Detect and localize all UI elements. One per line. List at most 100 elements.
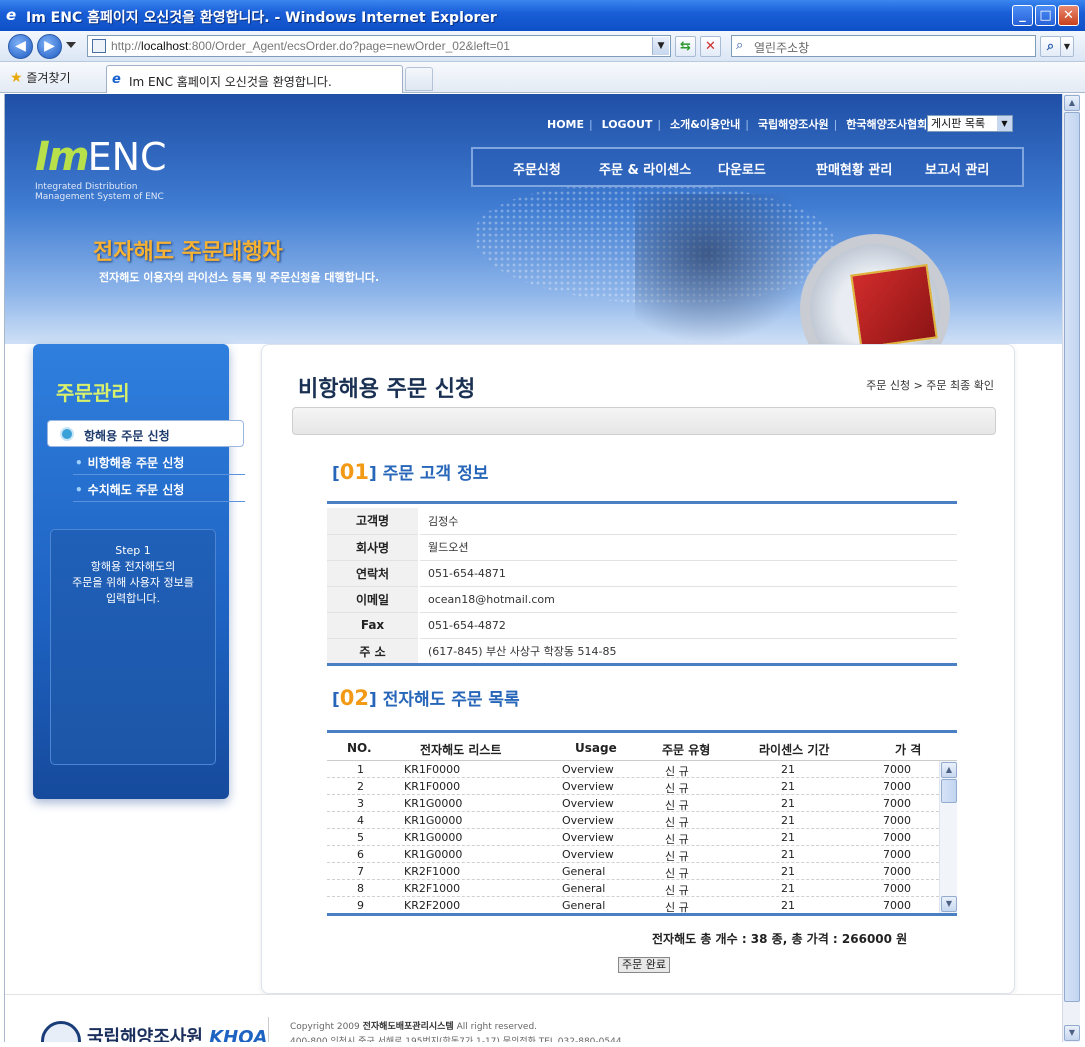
search-input[interactable]: ⌕ 열린주소창: [731, 35, 1036, 57]
bullet-icon: [60, 427, 74, 441]
table-cell: 7000: [883, 780, 911, 793]
table-cell: 7000: [883, 763, 911, 776]
table-cell: 21: [781, 814, 795, 827]
search-button[interactable]: ⌕: [1040, 36, 1061, 57]
info-label: 회사명: [327, 534, 420, 561]
col-license-period: 라이센스 기간: [759, 743, 830, 757]
address-bar[interactable]: http://localhost:800/Order_Agent/ecsOrde…: [87, 35, 671, 57]
info-row: 회사명 월드오션: [327, 534, 957, 561]
back-button[interactable]: ◀: [8, 34, 33, 59]
col-order-type: 주문 유형: [662, 743, 711, 757]
divider: [268, 1017, 269, 1042]
table-row[interactable]: 4 KR1G0000 Overview 신 규 21 7000: [327, 812, 939, 829]
table-row[interactable]: 5 KR1G0000 Overview 신 규 21 7000: [327, 829, 939, 846]
logout-link[interactable]: LOGOUT: [602, 118, 653, 131]
chevron-down-icon: ▼: [997, 116, 1012, 131]
sidebar-item-digital-chart-order[interactable]: 수치해도 주문 신청: [75, 481, 185, 498]
scroll-down-icon[interactable]: ▼: [1064, 1025, 1080, 1041]
nav-order[interactable]: 주문신청: [513, 159, 561, 178]
sidebar: 주문관리 항해용 주문 신청 비항해용 주문 신청 수치해도 주문 신청 Ste…: [33, 344, 245, 799]
scroll-up-icon[interactable]: ▲: [1064, 95, 1080, 111]
table-cell: General: [562, 899, 606, 912]
divider: [73, 474, 245, 475]
order-scrollbar[interactable]: ▲ ▼: [939, 761, 957, 913]
sidebar-item-nonnav-order[interactable]: 비항해용 주문 신청: [75, 454, 185, 471]
khoa-link[interactable]: 국립해양조사원: [758, 118, 829, 131]
address-dropdown-icon[interactable]: ▼: [652, 37, 669, 55]
step-info-box: Step 1 항해용 전자해도의 주문을 위해 사용자 정보를 입력합니다.: [50, 529, 216, 765]
scroll-down-icon[interactable]: ▼: [941, 896, 957, 912]
table-cell: 21: [781, 848, 795, 861]
table-cell: KR2F1000: [404, 882, 461, 895]
ie-tab-icon: e: [112, 72, 121, 87]
new-tab-button[interactable]: [405, 67, 433, 91]
window-title: Im ENC 홈페이지 오신것을 환영합니다. - Windows Intern…: [26, 10, 497, 26]
scroll-thumb[interactable]: [1064, 112, 1080, 1002]
table-row[interactable]: 1 KR1F0000 Overview 신 규 21 7000: [327, 761, 939, 778]
table-cell: 7000: [883, 882, 911, 895]
table-cell: KR1G0000: [404, 831, 463, 844]
scroll-thumb[interactable]: [941, 779, 957, 803]
main-nav: 주문신청 주문 & 라이센스 다운로드 판매현황 관리 보고서 관리: [471, 147, 1024, 187]
divider: [327, 730, 957, 733]
people-graphic: [635, 194, 815, 344]
favorites-button[interactable]: ★ 즐겨찾기: [10, 69, 71, 86]
table-row[interactable]: 3 KR1G0000 Overview 신 규 21 7000: [327, 795, 939, 812]
table-cell: 신 규: [665, 833, 689, 846]
table-cell: KR1F0000: [404, 763, 461, 776]
refresh-button[interactable]: ⇆: [675, 36, 696, 57]
page-title: 비항해용 주문 신청: [298, 377, 476, 402]
sidebar-item-nav-order[interactable]: 항해용 주문 신청: [47, 420, 244, 447]
table-cell: KR1G0000: [404, 814, 463, 827]
maximize-button[interactable]: □: [1035, 5, 1056, 26]
info-row: 주 소 (617-845) 부산 사상구 학장동 514-85: [327, 638, 957, 665]
title-bar: e Im ENC 홈페이지 오신것을 환영합니다. - Windows Inte…: [0, 0, 1085, 31]
board-select[interactable]: 게시판 목록 ▼: [927, 115, 1013, 132]
info-label: Fax: [327, 612, 420, 639]
search-options-button[interactable]: ▼: [1060, 36, 1074, 57]
table-cell: Overview: [562, 831, 614, 844]
info-row: 이메일 ocean18@hotmail.com: [327, 586, 957, 613]
stop-button[interactable]: ✕: [700, 36, 721, 57]
nav-download[interactable]: 다운로드: [718, 159, 766, 178]
order-complete-button[interactable]: 주문 완료: [618, 957, 670, 973]
table-row[interactable]: 7 KR2F1000 General 신 규 21 7000: [327, 863, 939, 880]
table-row[interactable]: 2 KR1F0000 Overview 신 규 21 7000: [327, 778, 939, 795]
table-row[interactable]: 8 KR2F1000 General 신 규 21 7000: [327, 880, 939, 897]
minimize-button[interactable]: _: [1012, 5, 1033, 26]
table-cell: 신 규: [665, 816, 689, 829]
forward-button[interactable]: ▶: [37, 34, 62, 59]
association-link[interactable]: 한국해양조사협회: [846, 118, 927, 131]
page-scrollbar[interactable]: ▲ ▼: [1062, 94, 1080, 1042]
address-url[interactable]: http://localhost:800/Order_Agent/ecsOrde…: [111, 39, 510, 53]
order-table-body[interactable]: 1 KR1F0000 Overview 신 규 21 7000 2 KR1F0000 Overv…: [327, 761, 957, 913]
table-cell: 21: [781, 882, 795, 895]
nav-order-license[interactable]: 주문 & 라이센스: [599, 159, 691, 178]
scroll-up-icon[interactable]: ▲: [941, 762, 957, 778]
table-cell: 신 규: [665, 782, 689, 795]
table-cell: General: [562, 882, 606, 895]
table-row[interactable]: 6 KR1G0000 Overview 신 규 21 7000: [327, 846, 939, 863]
info-value: 김정수: [419, 508, 957, 535]
info-row: 고객명 김정수: [327, 508, 957, 535]
table-cell: KR2F1000: [404, 865, 461, 878]
title-bar-strip: [292, 407, 996, 435]
page-viewport: HOME | LOGOUT | 소개&이용안내 | 국립해양조사원 | 한국해양조사협회…: [4, 94, 1062, 1042]
nav-sales[interactable]: 판매현황 관리: [816, 159, 892, 178]
table-cell: 8: [357, 882, 364, 895]
customer-info-table: 고객명 김정수 회사명 월드오션 연락처 051-654-4871 이메일 ocean18@h…: [327, 508, 957, 665]
nav-report[interactable]: 보고서 관리: [925, 159, 989, 178]
tab-bar: ★ 즐겨찾기 e Im ENC 홈페이지 오신것을 환영합니다.: [0, 62, 1085, 93]
site-logo[interactable]: ImENC Integrated Distribution Management …: [35, 134, 195, 202]
close-button[interactable]: ✕: [1058, 5, 1079, 26]
section-heading-customer: [01] 주문 고객 정보: [332, 460, 489, 484]
browser-tab[interactable]: e Im ENC 홈페이지 오신것을 환영합니다.: [106, 65, 403, 93]
home-link[interactable]: HOME: [547, 118, 584, 131]
browser-window: e Im ENC 홈페이지 오신것을 환영합니다. - Windows Inte…: [0, 0, 1085, 1047]
history-dropdown-icon[interactable]: [66, 42, 76, 48]
table-row[interactable]: 9 KR2F2000 General 신 규 21 7000: [327, 897, 939, 913]
table-cell: 7000: [883, 797, 911, 810]
info-value: 월드오션: [419, 534, 957, 561]
section-heading-orders: [02] 전자해도 주문 목록: [332, 686, 520, 710]
about-link[interactable]: 소개&이용안내: [670, 118, 740, 131]
